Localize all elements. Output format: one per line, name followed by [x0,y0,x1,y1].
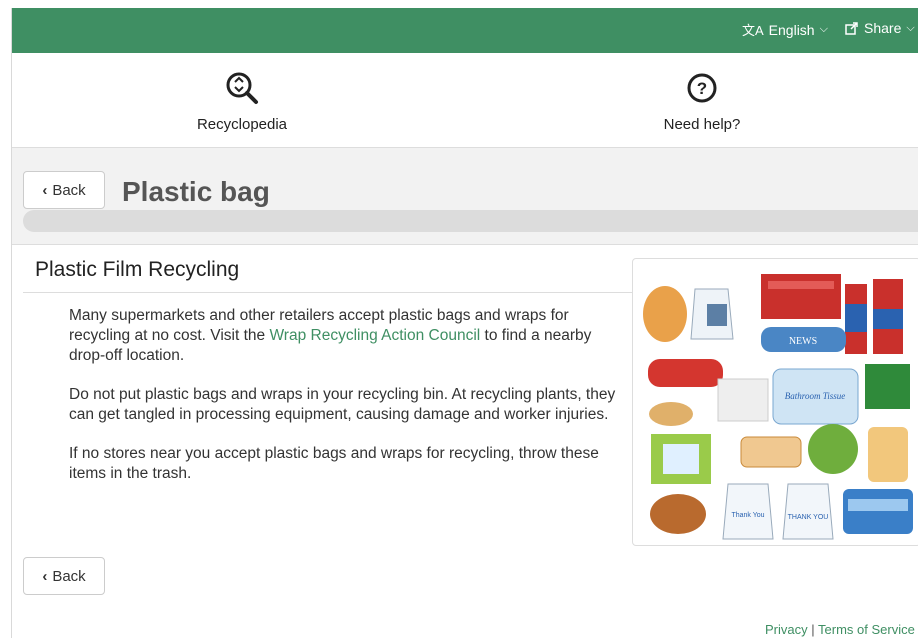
progress-bar [23,210,918,232]
back-button-bottom[interactable]: ‹ Back [23,557,105,595]
back-button-top[interactable]: ‹ Back [23,171,105,209]
language-selector[interactable]: 文A English ⌵ [742,20,828,39]
label-thank-you-2: THANK YOU [788,514,829,521]
top-bar: 文A English ⌵ Share ⌵ [12,8,918,53]
label-thank-you-1: Thank You [731,512,764,519]
chevron-left-icon: ‹ [42,567,48,585]
privacy-link[interactable]: Privacy [765,622,808,637]
nav-item-recyclopedia[interactable]: Recyclopedia [162,71,322,133]
translate-icon: 文A [742,23,764,38]
app-frame: 文A English ⌵ Share ⌵ Recyclopedia ? Need… [11,8,918,638]
terms-link[interactable]: Terms of Service [818,622,915,637]
chevron-down-icon: ⌵ [819,23,828,35]
chevron-left-icon: ‹ [42,181,48,199]
section-title: Plastic Film Recycling [35,258,240,281]
nav-item-need-help[interactable]: ? Need help? [622,71,782,133]
chevron-down-icon: ⌵ [906,21,915,34]
divider [23,292,633,293]
back-label: Back [52,181,86,199]
title-bar: ‹ Back Plastic bag [12,148,918,245]
share-button[interactable]: Share ⌵ [845,20,915,36]
back-label: Back [52,567,86,585]
nav-label-recyclopedia: Recyclopedia [196,116,288,133]
recycle-search-icon [226,72,258,104]
article-body: Many supermarkets and other retailers ac… [69,306,629,503]
label-bathroom-tissue: Bathroom Tissue [785,391,845,401]
question-circle-icon: ? [687,73,717,103]
share-icon [845,21,858,35]
plastic-film-illustration: NEWS Bathroom Tissue Thank You THANK YOU [632,258,918,546]
nav-label-need-help: Need help? [663,116,741,133]
plastic-items-image: NEWS Bathroom Tissue Thank You THANK YOU [643,274,913,540]
paragraph-1: Many supermarkets and other retailers ac… [69,307,592,364]
share-label: Share [864,20,902,36]
paragraph-3: If no stores near you accept plastic bag… [69,445,599,482]
footer-links: Privacy | Terms of Service [765,622,915,637]
wrap-council-link[interactable]: Wrap Recycling Action Council [269,327,480,344]
language-label: English [768,21,815,38]
footer-separator: | [811,622,815,637]
paragraph-2: Do not put plastic bags and wraps in you… [69,386,616,423]
label-news: NEWS [789,336,817,347]
svg-text:?: ? [697,79,707,98]
page-title: Plastic bag [122,176,270,207]
main-nav: Recyclopedia ? Need help? [12,53,918,148]
